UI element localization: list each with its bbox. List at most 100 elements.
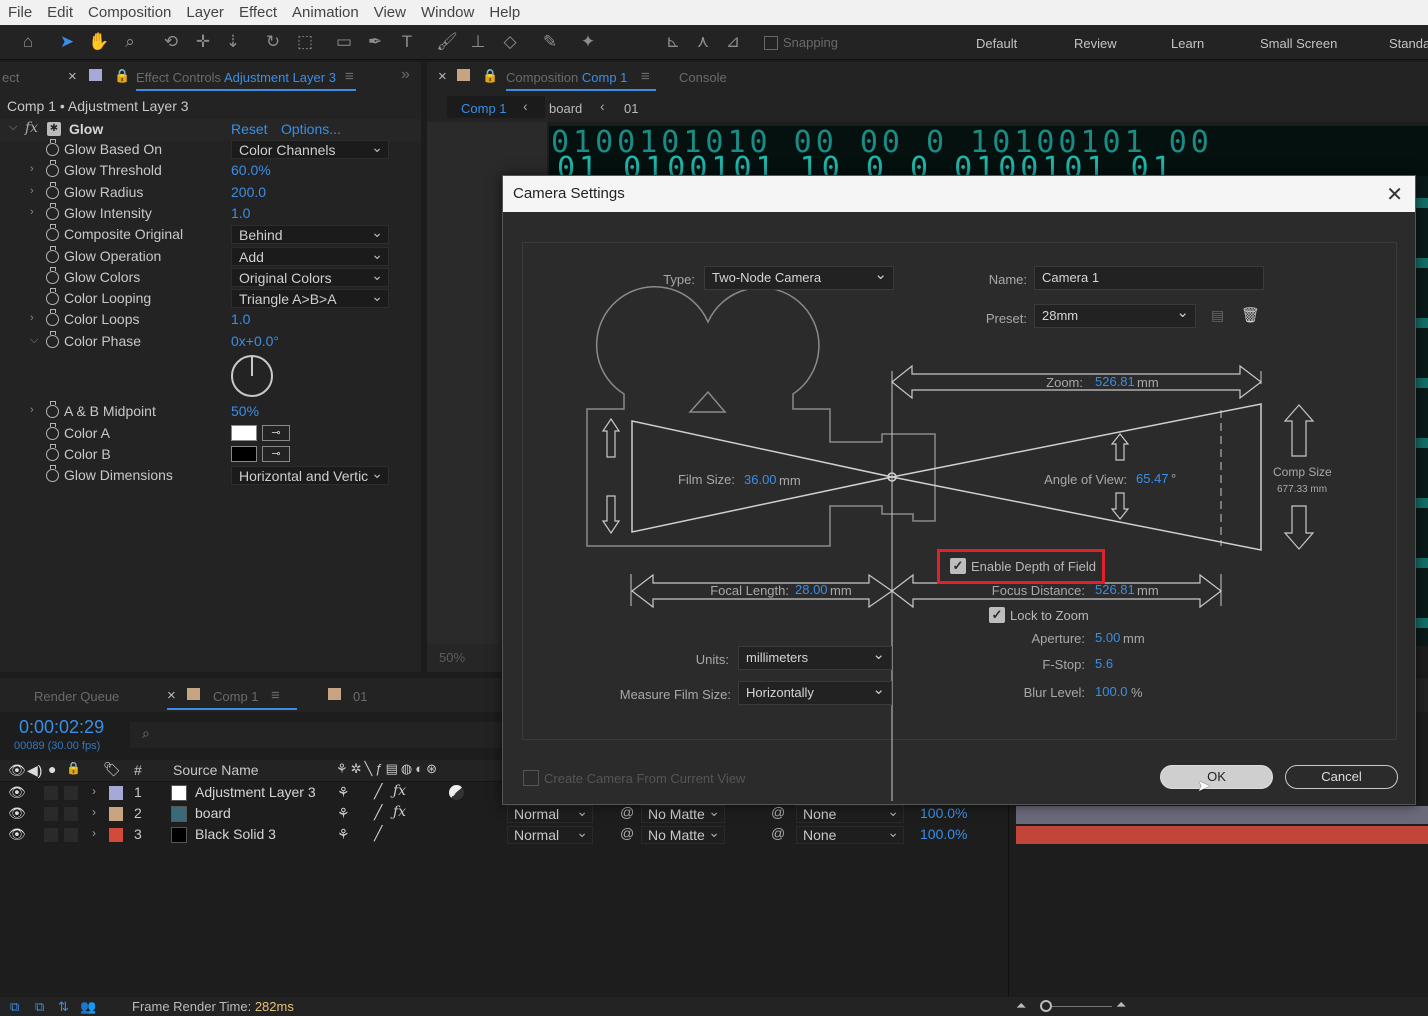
blend-mode-dropdown[interactable]: Normal xyxy=(507,803,593,823)
focus-distance-value[interactable]: 526.81 xyxy=(1095,582,1135,597)
zoom-in-icon[interactable]: ⏶ xyxy=(1116,997,1126,1013)
stopwatch-icon[interactable] xyxy=(46,288,59,306)
fx-switch-icon[interactable]: ƒx xyxy=(393,804,406,820)
glow-threshold-value[interactable]: 60.0% xyxy=(231,162,271,178)
options-button[interactable]: Options... xyxy=(281,121,341,137)
layer-search-input[interactable]: ⌕ xyxy=(130,722,505,748)
timeline-01-tab[interactable]: 01 xyxy=(353,689,367,704)
twirl-icon[interactable]: › xyxy=(30,163,34,175)
preset-dropdown[interactable]: 28mm xyxy=(1034,302,1196,328)
layer-twirl-icon[interactable]: › xyxy=(92,784,96,798)
stopwatch-icon[interactable] xyxy=(46,444,59,461)
breadcrumb-01[interactable]: 01 xyxy=(624,101,638,116)
layer-name[interactable]: board xyxy=(195,805,231,821)
type-dropdown[interactable]: Two-Node Camera xyxy=(704,264,894,290)
home-icon[interactable]: ⌂ xyxy=(17,31,39,53)
ok-button[interactable]: OK xyxy=(1160,765,1273,789)
stopwatch-icon[interactable] xyxy=(46,181,59,199)
puppet-pin-icon[interactable]: ✦ xyxy=(577,31,599,53)
composition-tab[interactable]: Composition Comp 1 xyxy=(506,70,627,85)
quality-switch-icon[interactable]: ╱ xyxy=(374,783,382,800)
menu-view[interactable]: View xyxy=(366,4,413,21)
preserve-transparency-icon[interactable]: @ xyxy=(620,804,634,820)
lock-switch[interactable] xyxy=(64,807,78,821)
stopwatch-icon[interactable] xyxy=(46,139,59,156)
glow-based-on-dropdown[interactable]: Color Channels xyxy=(231,140,389,159)
glow-intensity-value[interactable]: 1.0 xyxy=(231,205,250,221)
measure-film-size-dropdown[interactable]: Horizontally xyxy=(738,679,892,705)
fx-icon[interactable]: fx xyxy=(25,120,38,136)
eyedropper-icon[interactable]: ⊸ xyxy=(262,446,290,462)
stopwatch-icon[interactable] xyxy=(46,266,59,284)
lock-switch[interactable] xyxy=(64,786,78,800)
stopwatch-icon[interactable] xyxy=(46,160,59,178)
cancel-button[interactable]: Cancel xyxy=(1285,765,1398,789)
layer-twirl-icon[interactable]: › xyxy=(92,805,96,819)
console-tab[interactable]: Console xyxy=(679,70,727,85)
menu-animation[interactable]: Animation xyxy=(284,4,366,21)
stopwatch-icon[interactable] xyxy=(46,309,59,327)
zoom-out-icon[interactable]: ⏶ xyxy=(1016,998,1026,1014)
adjustment-layer-switch-icon[interactable] xyxy=(449,785,464,800)
stopwatch-icon[interactable] xyxy=(46,401,59,418)
timeline-panel-menu-icon[interactable]: ≡ xyxy=(271,687,280,704)
close-comp-tab-icon[interactable]: × xyxy=(438,68,447,85)
type-tool-icon[interactable]: T xyxy=(396,31,418,53)
zoom-value[interactable]: 526.81 xyxy=(1095,374,1135,389)
selection-tool-icon[interactable]: ➤ xyxy=(56,31,78,53)
layer-twirl-icon[interactable]: › xyxy=(92,826,96,840)
menu-layer[interactable]: Layer xyxy=(178,4,231,21)
menu-edit[interactable]: Edit xyxy=(39,4,80,21)
twirl-icon[interactable]: › xyxy=(30,404,34,416)
effect-controls-tab[interactable]: Effect Controls Adjustment Layer 3 xyxy=(136,70,336,85)
stopwatch-icon[interactable] xyxy=(46,202,59,220)
create-from-view-checkbox[interactable] xyxy=(523,770,539,786)
save-preset-icon[interactable]: ▤ xyxy=(1211,307,1231,325)
film-size-value[interactable]: 36.00 xyxy=(744,472,777,487)
effect-twirl-icon[interactable]: ⌵ xyxy=(9,121,17,134)
blend-mode-dropdown[interactable]: Normal xyxy=(507,824,593,844)
quality-switch-icon[interactable]: ╱ xyxy=(374,804,382,821)
label-color[interactable] xyxy=(109,807,123,821)
eraser-tool-icon[interactable]: ◇ xyxy=(499,31,521,53)
menu-effect[interactable]: Effect xyxy=(231,4,284,21)
zoom-slider-handle[interactable] xyxy=(1040,1000,1052,1012)
breadcrumb-comp1[interactable]: Comp 1 xyxy=(461,101,507,116)
zoom-slider-track[interactable] xyxy=(1052,1006,1112,1007)
a-b-midpoint-value[interactable]: 50% xyxy=(231,403,259,419)
workspace-standard[interactable]: Standa xyxy=(1389,36,1428,51)
label-color[interactable] xyxy=(109,786,123,800)
render-queue-tab[interactable]: Render Queue xyxy=(34,689,119,704)
brush-tool-icon[interactable]: 🖌 xyxy=(436,31,458,53)
menu-help[interactable]: Help xyxy=(481,4,527,21)
comp-flowchart-icon[interactable]: ⧉ xyxy=(10,999,19,1015)
pickwhip-icon[interactable]: @ xyxy=(771,825,785,841)
stopwatch-icon[interactable] xyxy=(46,330,59,348)
eye-icon[interactable]: 👁 xyxy=(8,826,26,843)
opacity-value[interactable]: 100.0% xyxy=(920,805,967,821)
rotate-tool-icon[interactable]: ↻ xyxy=(262,31,284,53)
menu-file[interactable]: File xyxy=(0,4,39,21)
breadcrumb-board[interactable]: board xyxy=(549,101,582,116)
focal-length-value[interactable]: 28.00 xyxy=(795,582,828,597)
dolly-tool-icon[interactable]: ⇣ xyxy=(222,31,244,53)
comp-panel-menu-icon[interactable]: ≡ xyxy=(641,68,650,85)
color-phase-dial[interactable] xyxy=(231,355,273,397)
stopwatch-icon[interactable] xyxy=(46,465,59,482)
current-time-display[interactable]: 0:00:02:29 xyxy=(19,717,104,738)
twirl-icon[interactable]: › xyxy=(30,206,34,218)
layer-name[interactable]: Adjustment Layer 3 xyxy=(195,784,316,800)
axis-view-icon[interactable]: ⊿ xyxy=(722,31,744,53)
solo-switch[interactable] xyxy=(44,786,58,800)
timeline-layer-row[interactable]: 👁 › 2 board ⚘ ╱ ƒx xyxy=(0,804,505,825)
lock-switch[interactable] xyxy=(64,828,78,842)
parent-dropdown[interactable]: None xyxy=(796,824,904,844)
timeline-layer-row[interactable]: 👁 › 1 Adjustment Layer 3 ⚘ ╱ ƒx xyxy=(0,783,505,804)
glow-operation-dropdown[interactable]: Add xyxy=(231,246,389,266)
track-matte-dropdown[interactable]: No Matte xyxy=(641,824,725,844)
rectangle-tool-icon[interactable]: ▭ xyxy=(333,31,355,53)
shy-switch-icon[interactable]: ⚘ xyxy=(337,784,350,801)
camera-name-input[interactable]: Camera 1 xyxy=(1034,266,1264,290)
solo-switch[interactable] xyxy=(44,807,58,821)
clone-stamp-icon[interactable]: ⊥ xyxy=(467,31,489,53)
